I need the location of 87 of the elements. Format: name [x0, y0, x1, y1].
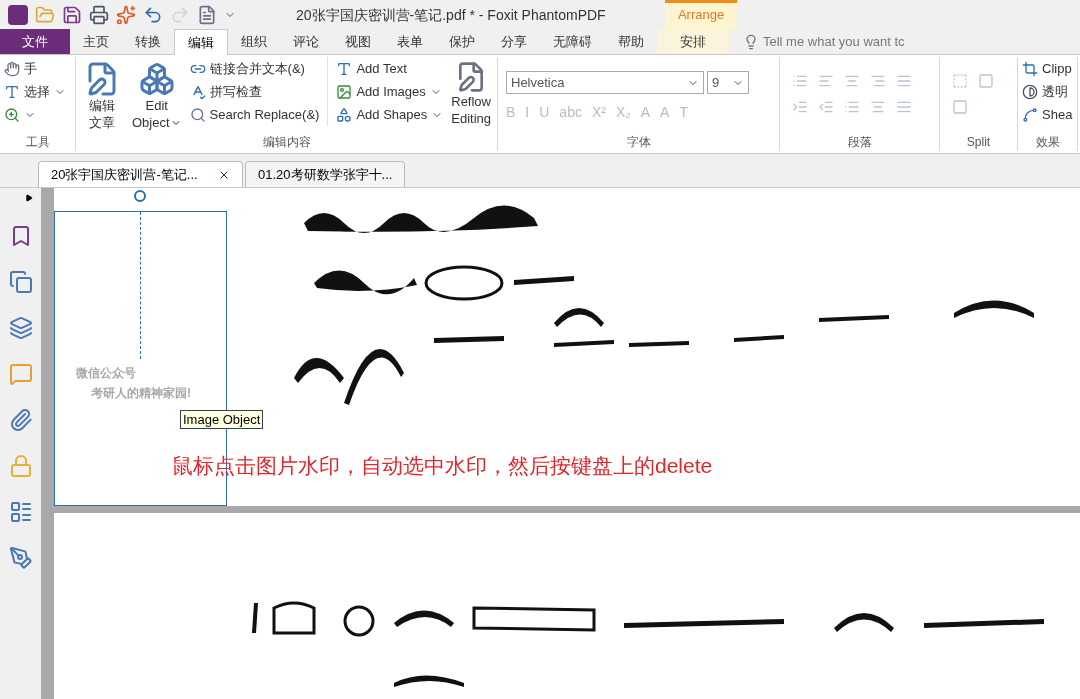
paragraph-icon[interactable] — [844, 73, 860, 89]
redo-icon[interactable] — [170, 5, 190, 25]
ribbon-tab[interactable]: 无障碍 — [540, 29, 605, 54]
ribbon-tab[interactable]: 帮助 — [605, 29, 657, 54]
group-label: 效果 — [1034, 134, 1061, 151]
split-icon[interactable] — [952, 99, 968, 115]
paragraph-icon[interactable] — [844, 99, 860, 115]
clip-icon — [1022, 60, 1038, 77]
comment-icon[interactable] — [8, 362, 33, 386]
split-icon[interactable] — [952, 73, 968, 89]
paragraph-icon[interactable] — [818, 73, 834, 89]
shear-icon — [1022, 106, 1038, 123]
font-size-dropdown[interactable]: 9 — [707, 71, 749, 94]
lock-icon[interactable] — [8, 454, 33, 478]
undo-icon[interactable] — [143, 5, 163, 25]
ribbon-button[interactable]: Add Images — [336, 80, 444, 103]
text-icon — [336, 60, 353, 77]
signature-icon[interactable] — [8, 546, 33, 570]
tell-me-field[interactable]: Tell me what you want tc — [743, 29, 933, 54]
paragraph-icon[interactable] — [792, 99, 808, 115]
search-icon — [189, 106, 206, 123]
transparency-icon — [1022, 83, 1038, 100]
ribbon-button[interactable]: 拼写检查 — [189, 80, 320, 103]
watermark-text: 考研人的精神家园! — [90, 385, 191, 402]
ribbon-tab[interactable]: 分享 — [488, 29, 540, 54]
ribbon-button[interactable]: Search Replace(&) — [189, 103, 320, 126]
layers-icon[interactable] — [8, 316, 33, 340]
document-tab[interactable]: 20张宇国庆密训营-笔记... — [38, 161, 243, 187]
ribbon-button[interactable]: 透明 — [1022, 80, 1073, 103]
hand-icon — [4, 60, 20, 77]
shapes-icon — [336, 106, 353, 123]
ribbon-large-button[interactable]: Reflow Editing — [447, 57, 495, 127]
edit-object-icon — [138, 61, 175, 97]
ribbon-tab[interactable]: 主页 — [70, 29, 122, 54]
ribbon-button[interactable]: 手 — [4, 57, 66, 80]
group-label: 字体 — [625, 134, 652, 151]
printer-icon[interactable] — [89, 5, 109, 25]
ribbon-tab[interactable]: 评论 — [280, 29, 332, 54]
folder-icon[interactable] — [35, 5, 55, 25]
ribbon-button[interactable]: Shea — [1022, 103, 1073, 126]
ribbon-tab[interactable]: 表单 — [384, 29, 436, 54]
pages-icon[interactable] — [8, 270, 33, 294]
paragraph-icon[interactable] — [896, 99, 912, 115]
ribbon-tab[interactable]: 转换 — [122, 29, 174, 54]
tab-title: 01.20考研数学张宇十... — [258, 165, 393, 184]
ribbon-button[interactable]: Add Shapes — [336, 103, 444, 126]
context-tab-header: Arrange — [665, 0, 737, 30]
font-name-dropdown[interactable]: Helvetica — [506, 71, 704, 94]
ribbon-button[interactable]: Clipp — [1022, 57, 1073, 80]
group-label: Split — [965, 134, 992, 151]
watermark-text: 微信公众号 — [76, 365, 137, 382]
ribbon-tab[interactable]: 编辑 — [174, 29, 228, 55]
group-label: 工具 — [24, 134, 51, 151]
file-tab[interactable]: 文件 — [0, 29, 70, 54]
ribbon-button[interactable]: 选择 — [4, 80, 66, 103]
rotate-handle[interactable] — [134, 190, 146, 202]
ribbon-large-button[interactable]: 编辑 文章 — [80, 57, 124, 131]
group-label: 编辑内容 — [261, 134, 312, 151]
tab-title: 20张宇国庆密训营-笔记... — [51, 165, 199, 184]
paperclip-icon[interactable] — [8, 408, 33, 432]
zoom-icon — [4, 106, 20, 123]
image-icon — [336, 83, 353, 100]
ribbon-button[interactable]: 链接合并文本(&) — [189, 57, 320, 80]
form-icon[interactable] — [8, 500, 33, 524]
ribbon-tab[interactable]: 视图 — [332, 29, 384, 54]
paragraph-icon[interactable] — [896, 73, 912, 89]
ribbon-button[interactable]: Add Text — [336, 57, 444, 80]
paragraph-icon[interactable] — [818, 99, 834, 115]
paragraph-icon[interactable] — [870, 99, 886, 115]
select-text-icon — [4, 83, 20, 100]
paragraph-icon[interactable] — [870, 73, 886, 89]
ribbon-tab[interactable]: 保护 — [436, 29, 488, 54]
expand-arrow-icon[interactable] — [24, 194, 33, 202]
ribbon-tab[interactable]: 组织 — [228, 29, 280, 54]
new-document-icon[interactable] — [116, 5, 136, 25]
document-tab[interactable]: 01.20考研数学张宇十... — [245, 161, 405, 187]
paragraph-icon[interactable] — [792, 73, 808, 89]
split-icon[interactable] — [978, 73, 994, 89]
window-title: 20张宇国庆密训营-笔记.pdf * - Foxit PhantomPDF — [296, 6, 606, 25]
app-logo-icon[interactable] — [8, 5, 28, 25]
save-icon[interactable] — [62, 5, 82, 25]
ribbon-tab[interactable]: 安排 — [657, 29, 729, 54]
group-label: 段落 — [846, 134, 873, 151]
ribbon-large-button[interactable]: Edit Object — [128, 57, 186, 131]
document-icon[interactable] — [197, 5, 217, 25]
tooltip: Image Object — [180, 410, 264, 429]
lightbulb-icon — [743, 33, 759, 50]
